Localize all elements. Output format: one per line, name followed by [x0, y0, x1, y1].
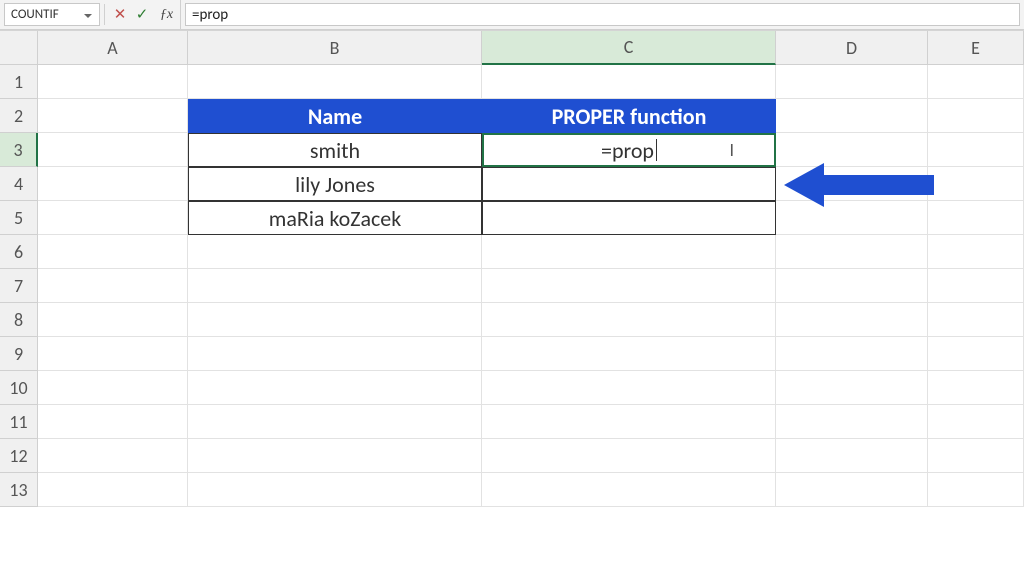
col-head-c[interactable]: C: [482, 31, 776, 65]
separator: [104, 4, 105, 25]
cell-a3[interactable]: [38, 133, 188, 167]
cell-b4[interactable]: lily Jones: [188, 167, 482, 201]
cell-d3[interactable]: [776, 133, 928, 167]
cell-c5[interactable]: [482, 201, 776, 235]
row-head-7[interactable]: 7: [0, 269, 38, 303]
cell-b1[interactable]: [188, 65, 482, 99]
chevron-down-icon[interactable]: [83, 10, 93, 20]
col-head-d[interactable]: D: [776, 31, 928, 65]
cell-b9[interactable]: [188, 337, 482, 371]
cell-b6[interactable]: [188, 235, 482, 269]
cell-b7[interactable]: [188, 269, 482, 303]
row-head-5[interactable]: 5: [0, 201, 38, 235]
enter-button[interactable]: ✓: [131, 0, 153, 29]
cell-c6[interactable]: [482, 235, 776, 269]
cell-a9[interactable]: [38, 337, 188, 371]
col-head-e[interactable]: E: [928, 31, 1024, 65]
row-head-9[interactable]: 9: [0, 337, 38, 371]
cell-d12[interactable]: [776, 439, 928, 473]
cell-c9[interactable]: [482, 337, 776, 371]
cell-e11[interactable]: [928, 405, 1024, 439]
cell-e12[interactable]: [928, 439, 1024, 473]
cancel-button[interactable]: ✕: [109, 0, 131, 29]
cell-b13[interactable]: [188, 473, 482, 507]
header-proper[interactable]: PROPER function: [482, 99, 776, 133]
cell-a11[interactable]: [38, 405, 188, 439]
row-head-8[interactable]: 8: [0, 303, 38, 337]
cell-c11[interactable]: [482, 405, 776, 439]
cell-a1[interactable]: [38, 65, 188, 99]
cell-d8[interactable]: [776, 303, 928, 337]
formula-text: =prop: [192, 6, 228, 24]
select-all-corner[interactable]: [0, 31, 38, 65]
cell-a10[interactable]: [38, 371, 188, 405]
cell-e9[interactable]: [928, 337, 1024, 371]
row-head-2[interactable]: 2: [0, 99, 38, 133]
cell-a4[interactable]: [38, 167, 188, 201]
col-head-a[interactable]: A: [38, 31, 188, 65]
cell-e10[interactable]: [928, 371, 1024, 405]
cell-e7[interactable]: [928, 269, 1024, 303]
cell-e6[interactable]: [928, 235, 1024, 269]
row-head-12[interactable]: 12: [0, 439, 38, 473]
row-head-11[interactable]: 11: [0, 405, 38, 439]
cell-c7[interactable]: [482, 269, 776, 303]
insert-function-button[interactable]: ƒx: [153, 0, 181, 29]
row-head-10[interactable]: 10: [0, 371, 38, 405]
cell-a2[interactable]: [38, 99, 188, 133]
cell-b3[interactable]: smith: [188, 133, 482, 167]
text-cursor-icon: I: [729, 139, 734, 161]
arrow-shaft: [822, 175, 934, 195]
cell-d9[interactable]: [776, 337, 928, 371]
cell-a6[interactable]: [38, 235, 188, 269]
row-head-6[interactable]: 6: [0, 235, 38, 269]
cell-d7[interactable]: [776, 269, 928, 303]
cell-c13[interactable]: [482, 473, 776, 507]
cell-e4[interactable]: [928, 167, 1024, 201]
cell-a7[interactable]: [38, 269, 188, 303]
cell-c12[interactable]: [482, 439, 776, 473]
arrow-left-icon: [784, 163, 824, 207]
name-box[interactable]: COUNTIF: [4, 3, 100, 26]
cell-c8[interactable]: [482, 303, 776, 337]
cell-e1[interactable]: [928, 65, 1024, 99]
cell-a8[interactable]: [38, 303, 188, 337]
cell-e3[interactable]: [928, 133, 1024, 167]
cell-c4[interactable]: [482, 167, 776, 201]
cell-c3[interactable]: =prop I: [482, 133, 776, 167]
cell-b5[interactable]: maRia koZacek: [188, 201, 482, 235]
text-caret: [656, 139, 657, 161]
row-head-3[interactable]: 3: [0, 133, 38, 167]
col-head-b[interactable]: B: [188, 31, 482, 65]
cell-d11[interactable]: [776, 405, 928, 439]
row-head-4[interactable]: 4: [0, 167, 38, 201]
name-box-value: COUNTIF: [11, 7, 59, 22]
cell-a13[interactable]: [38, 473, 188, 507]
cell-c3-value: =prop: [601, 137, 654, 164]
cell-b10[interactable]: [188, 371, 482, 405]
formula-bar: COUNTIF ✕ ✓ ƒx =prop: [0, 0, 1024, 30]
cell-b8[interactable]: [188, 303, 482, 337]
cell-e5[interactable]: [928, 201, 1024, 235]
cell-d2[interactable]: [776, 99, 928, 133]
row-head-1[interactable]: 1: [0, 65, 38, 99]
cell-e2[interactable]: [928, 99, 1024, 133]
row-head-13[interactable]: 13: [0, 473, 38, 507]
cell-b12[interactable]: [188, 439, 482, 473]
callout-arrow: [784, 163, 934, 207]
cell-d6[interactable]: [776, 235, 928, 269]
cell-e8[interactable]: [928, 303, 1024, 337]
cell-a12[interactable]: [38, 439, 188, 473]
formula-input[interactable]: =prop: [185, 3, 1020, 26]
spreadsheet-grid[interactable]: A B C D E 1 2 Name PROPER function 3 smi…: [0, 30, 1024, 507]
cell-d10[interactable]: [776, 371, 928, 405]
cell-d13[interactable]: [776, 473, 928, 507]
cell-a5[interactable]: [38, 201, 188, 235]
cell-e13[interactable]: [928, 473, 1024, 507]
cell-d1[interactable]: [776, 65, 928, 99]
cell-c10[interactable]: [482, 371, 776, 405]
cell-b11[interactable]: [188, 405, 482, 439]
cell-c1[interactable]: [482, 65, 776, 99]
header-name[interactable]: Name: [188, 99, 482, 133]
